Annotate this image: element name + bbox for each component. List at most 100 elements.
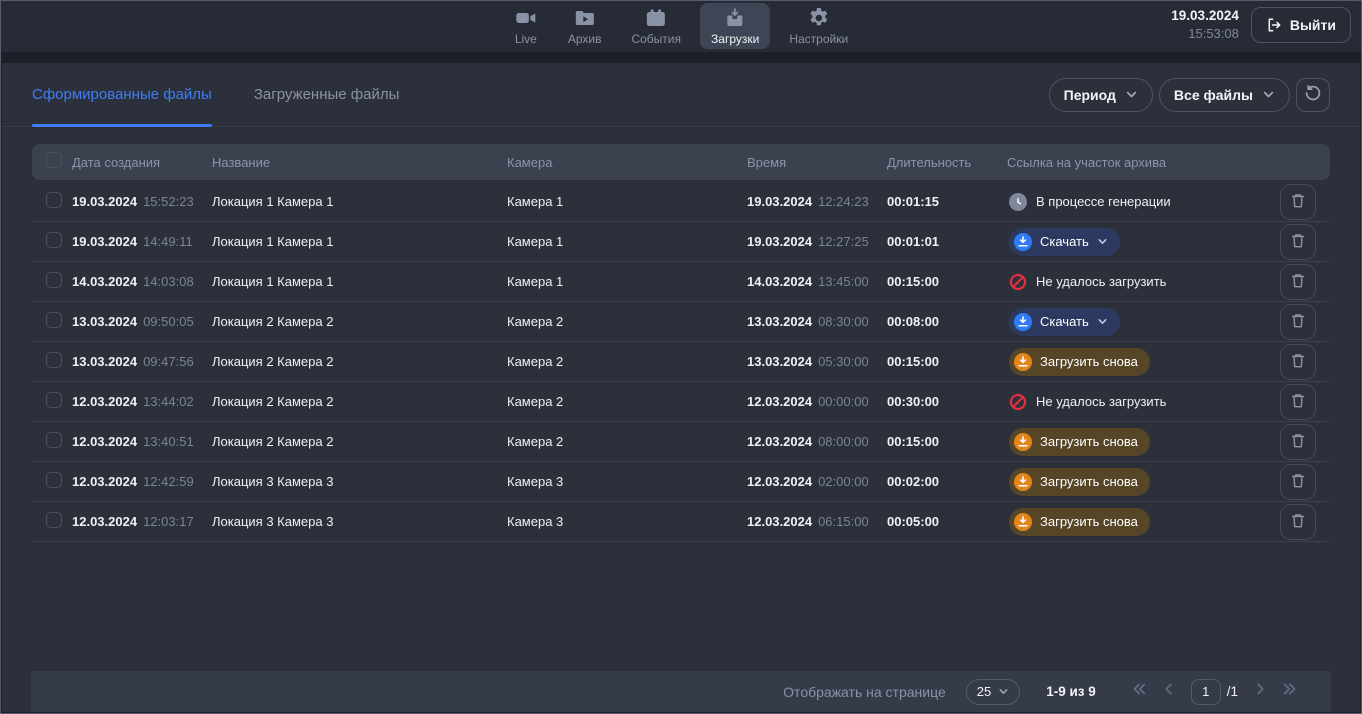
download-button[interactable]: Скачать [1009, 228, 1120, 256]
retry-button[interactable]: Загрузить снова [1009, 428, 1150, 456]
downloads-icon [723, 6, 747, 30]
file-type-filter-label: Все файлы [1174, 87, 1253, 103]
status-cell: В процессе генерации [1007, 193, 1266, 211]
events-icon [644, 6, 668, 30]
logout-label: Выйти [1290, 17, 1336, 33]
row-checkbox[interactable] [46, 312, 62, 328]
camera-name: Камера 2 [507, 394, 563, 409]
table-body: 19.03.202415:52:23 Локация 1 Камера 1 Ка… [32, 182, 1330, 542]
archive-time: 02:00:00 [818, 474, 869, 489]
row-checkbox[interactable] [46, 432, 62, 448]
chevron-down-icon [1262, 88, 1275, 101]
archive-date: 13.03.2024 [747, 354, 812, 369]
delete-button[interactable] [1280, 264, 1316, 300]
last-page-button[interactable] [1282, 682, 1297, 701]
created-date: 19.03.2024 [72, 194, 137, 209]
chevron-right-icon [1253, 682, 1267, 701]
archive-date: 12.03.2024 [747, 434, 812, 449]
file-name: Локация 2 Камера 2 [212, 354, 333, 369]
topbar-right: 19.03.2024 15:53:08 Выйти [1171, 7, 1351, 43]
first-page-button[interactable] [1132, 682, 1147, 701]
created-date: 12.03.2024 [72, 514, 137, 529]
nav-label: События [631, 32, 681, 46]
file-type-filter-button[interactable]: Все файлы [1159, 78, 1290, 112]
prev-page-button[interactable] [1162, 682, 1176, 701]
retry-button[interactable]: Загрузить снова [1009, 348, 1150, 376]
current-page-input[interactable]: 1 [1191, 679, 1221, 705]
archive-time: 12:24:23 [818, 194, 869, 209]
nav-item-downloads[interactable]: Загрузки [700, 3, 770, 49]
file-name: Локация 2 Камера 2 [212, 314, 333, 329]
retry-button[interactable]: Загрузить снова [1009, 468, 1150, 496]
delete-button[interactable] [1280, 464, 1316, 500]
row-checkbox[interactable] [46, 192, 62, 208]
datetime: 19.03.2024 15:53:08 [1171, 7, 1239, 43]
status-failed: Не удалось загрузить [1009, 273, 1166, 291]
status-label: Загрузить снова [1040, 354, 1138, 369]
logout-icon [1266, 17, 1282, 33]
row-checkbox[interactable] [46, 472, 62, 488]
status-label: Загрузить снова [1040, 474, 1138, 489]
download-icon [1014, 233, 1032, 251]
tabs-row: Сформированные файлы Загруженные файлы П… [2, 63, 1360, 127]
nav-label: Загрузки [711, 32, 759, 46]
archive-time: 06:15:00 [818, 514, 869, 529]
table-row: 12.03.202412:03:17 Локация 3 Камера 3 Ка… [32, 502, 1330, 542]
camera-name: Камера 3 [507, 514, 563, 529]
trash-icon [1290, 232, 1306, 252]
status-label: В процессе генерации [1036, 194, 1171, 209]
created-time: 14:49:11 [143, 234, 193, 249]
row-checkbox[interactable] [46, 512, 62, 528]
total-pages-label: /1 [1227, 684, 1238, 699]
status-label: Загрузить снова [1040, 514, 1138, 529]
download-icon [1014, 353, 1032, 371]
file-name: Локация 2 Камера 2 [212, 434, 333, 449]
status-generating: В процессе генерации [1009, 193, 1171, 211]
tab-downloaded-files[interactable]: Загруженные файлы [254, 63, 400, 126]
nav-item-events[interactable]: События [620, 3, 692, 49]
refresh-button[interactable] [1296, 78, 1330, 112]
nav-item-settings[interactable]: Настройки [778, 3, 859, 49]
delete-button[interactable] [1280, 424, 1316, 460]
settings-icon [807, 6, 831, 30]
nav-item-live[interactable]: Live [503, 3, 549, 49]
delete-button[interactable] [1280, 384, 1316, 420]
duration: 00:08:00 [887, 314, 1007, 329]
delete-button[interactable] [1280, 224, 1316, 260]
status-cell: Загрузить снова [1007, 468, 1266, 496]
status-cell: Скачать [1007, 228, 1266, 256]
double-chevron-right-icon [1282, 682, 1297, 701]
download-button[interactable]: Скачать [1009, 308, 1120, 336]
per-page-label: Отображать на странице [783, 684, 946, 700]
status-cell: Загрузить снова [1007, 508, 1266, 536]
file-name: Локация 1 Камера 1 [212, 194, 333, 209]
next-page-button[interactable] [1253, 682, 1267, 701]
delete-button[interactable] [1280, 184, 1316, 220]
select-all-checkbox[interactable] [46, 152, 62, 168]
delete-button[interactable] [1280, 344, 1316, 380]
archive-date: 19.03.2024 [747, 234, 812, 249]
camera-name: Камера 2 [507, 354, 563, 369]
delete-button[interactable] [1280, 504, 1316, 540]
row-checkbox[interactable] [46, 272, 62, 288]
created-date: 13.03.2024 [72, 314, 137, 329]
row-checkbox[interactable] [46, 352, 62, 368]
row-checkbox[interactable] [46, 392, 62, 408]
per-page-select[interactable]: 25 [966, 679, 1020, 705]
trash-icon [1290, 392, 1306, 412]
created-date: 19.03.2024 [72, 234, 137, 249]
period-filter-button[interactable]: Период [1049, 78, 1153, 112]
nav-item-archive[interactable]: Архив [557, 3, 613, 49]
delete-button[interactable] [1280, 304, 1316, 340]
archive-time: 08:00:00 [818, 434, 869, 449]
tab-generated-files[interactable]: Сформированные файлы [32, 63, 212, 126]
status-label: Загрузить снова [1040, 434, 1138, 449]
camera-name: Камера 1 [507, 234, 563, 249]
retry-button[interactable]: Загрузить снова [1009, 508, 1150, 536]
created-date: 14.03.2024 [72, 274, 137, 289]
chevron-down-icon [998, 686, 1009, 697]
logout-button[interactable]: Выйти [1251, 7, 1351, 43]
files-table: Дата создания Название Камера Время Длит… [32, 144, 1330, 542]
camera-name: Камера 1 [507, 194, 563, 209]
row-checkbox[interactable] [46, 232, 62, 248]
